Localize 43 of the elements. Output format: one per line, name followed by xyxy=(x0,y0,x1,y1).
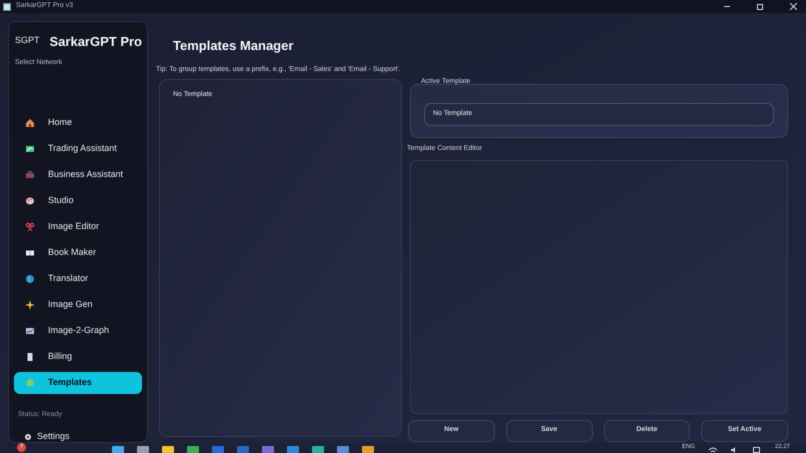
battery-icon[interactable] xyxy=(752,447,761,453)
taskbar-app-icon[interactable] xyxy=(187,446,199,453)
close-icon[interactable] xyxy=(790,3,797,10)
nav-item[interactable]: Book Maker xyxy=(14,242,142,264)
minimize-icon[interactable] xyxy=(724,6,730,7)
book-icon xyxy=(25,248,35,258)
nav-item[interactable]: Image-2-Graph xyxy=(14,320,142,342)
taskbar-app-icon[interactable] xyxy=(212,446,224,453)
taskbar-app-icon[interactable] xyxy=(337,446,349,453)
taskbar-app-icon[interactable] xyxy=(137,446,149,453)
palette-icon xyxy=(25,196,35,206)
puzzle-icon xyxy=(25,378,35,388)
taskbar-app-icon[interactable] xyxy=(262,446,274,453)
taskbar-app-icon[interactable] xyxy=(312,446,324,453)
taskbar-app-icon[interactable] xyxy=(362,446,374,453)
nav-item[interactable]: Image Editor xyxy=(14,216,142,238)
taskbar-app-icon[interactable] xyxy=(112,446,124,453)
taskbar-app-icon[interactable] xyxy=(237,446,249,453)
app-icon xyxy=(3,2,11,10)
globe-icon xyxy=(25,274,35,284)
nav-item[interactable]: Business Assistant xyxy=(14,164,142,186)
nav-item[interactable]: Translator xyxy=(14,268,142,290)
page-title: Templates Manager xyxy=(173,37,294,55)
wifi-icon[interactable] xyxy=(708,447,717,453)
template-editor[interactable] xyxy=(410,160,788,414)
nav-item[interactable]: Trading Assistant xyxy=(14,138,142,160)
nav-item[interactable]: Image Gen xyxy=(14,294,142,316)
app-name: SarkarGPT Pro xyxy=(50,34,142,50)
briefcase-icon xyxy=(25,170,35,180)
chart-icon xyxy=(25,144,35,154)
scissors-icon xyxy=(25,222,35,232)
house-icon xyxy=(25,118,35,128)
nav-item[interactable]: Billing xyxy=(14,346,142,368)
nav-item[interactable]: Home xyxy=(14,112,142,134)
sparkle-icon xyxy=(25,300,35,310)
nav-item[interactable]: Studio xyxy=(14,190,142,212)
taskbar-app-icon[interactable] xyxy=(162,446,174,453)
receipt-icon xyxy=(25,352,35,362)
taskbar-app-icon[interactable] xyxy=(287,446,299,453)
graph-icon xyxy=(25,326,35,336)
maximize-icon[interactable] xyxy=(757,4,763,10)
logo-text: SGPT xyxy=(15,34,40,47)
nav-item[interactable]: Templates xyxy=(14,372,142,394)
